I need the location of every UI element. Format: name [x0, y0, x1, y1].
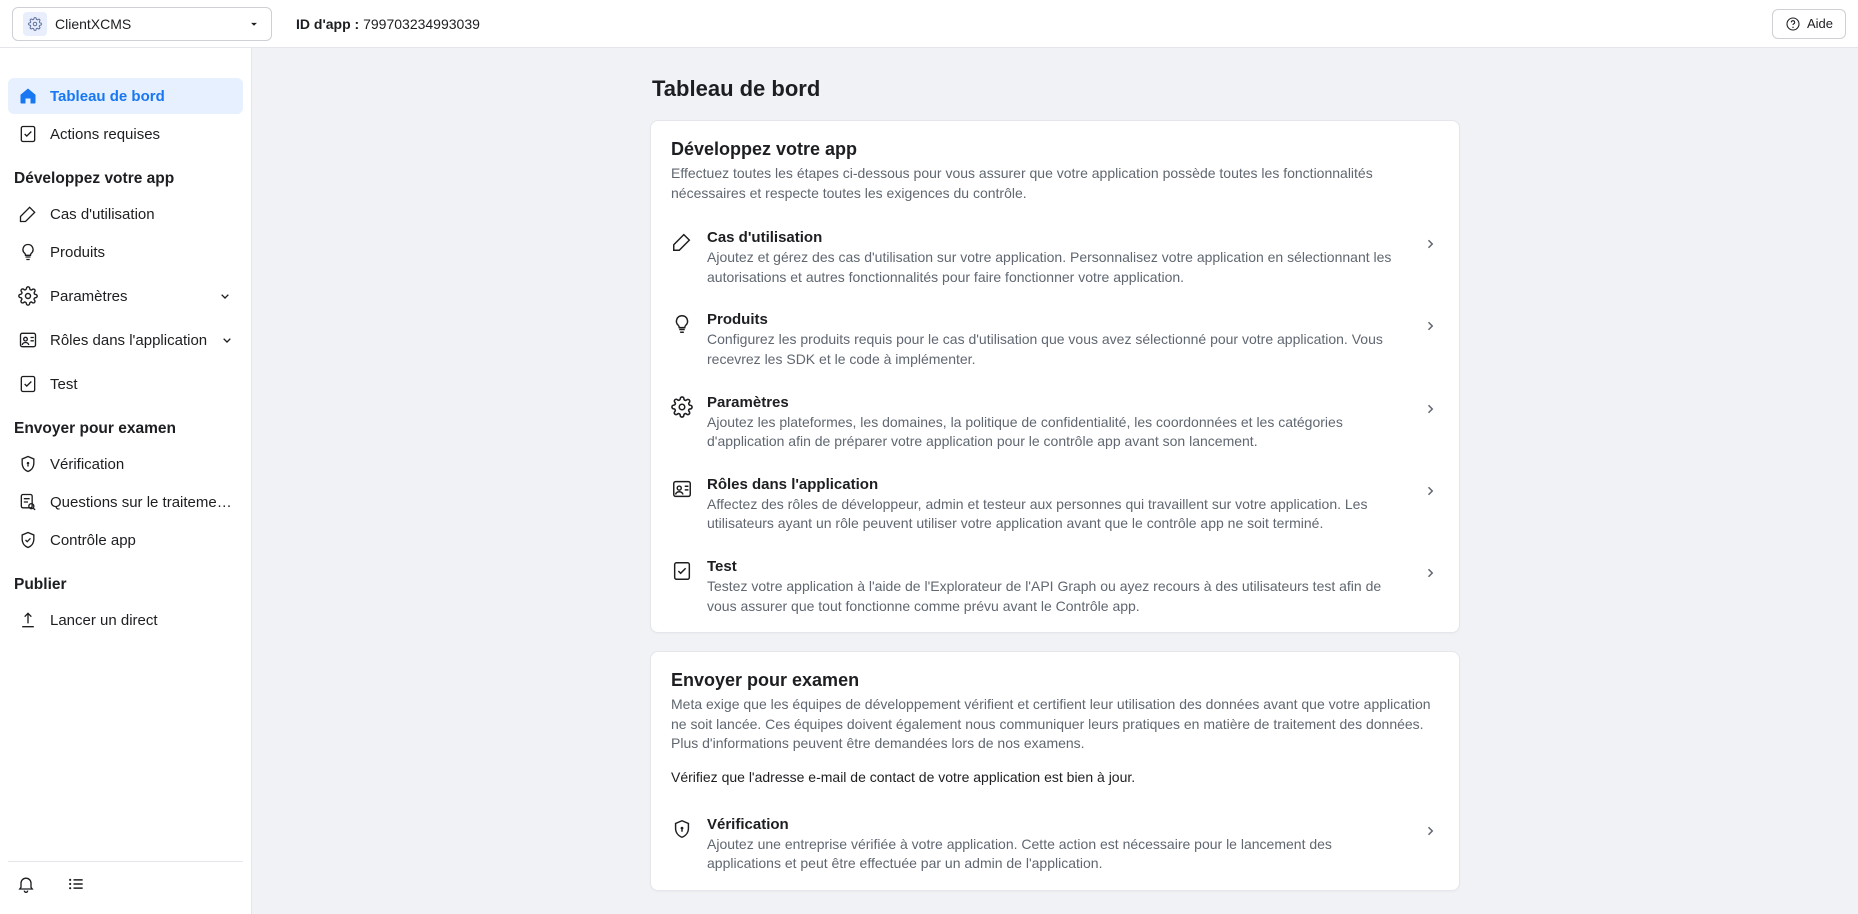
caret-down-icon [247, 17, 261, 31]
app-selector[interactable]: ClientXCMS [12, 7, 272, 41]
build-card-title: Développez votre app [671, 139, 1439, 160]
sidebar-item-data-questions[interactable]: Questions sur le traitement de... [8, 484, 243, 520]
sidebar-item-settings[interactable]: Paramètres [8, 278, 243, 314]
sidebar-item-label: Questions sur le traitement de... [50, 494, 233, 511]
row-use-cases[interactable]: Cas d'utilisation Ajoutez et gérez des c… [671, 217, 1439, 299]
sidebar-item-required-actions[interactable]: Actions requises [8, 116, 243, 152]
sidebar-item-label: Vérification [50, 456, 124, 473]
sidebar-item-label: Actions requises [50, 126, 160, 143]
chevron-right-icon [1421, 317, 1439, 335]
row-title: Paramètres [707, 394, 1407, 411]
row-settings[interactable]: Paramètres Ajoutez les plateformes, les … [671, 382, 1439, 464]
sidebar-item-label: Produits [50, 244, 105, 261]
sidebar-item-label: Test [50, 376, 78, 393]
sidebar-item-label: Paramètres [50, 288, 128, 305]
sidebar-heading-publish: Publier [8, 560, 243, 602]
row-desc: Ajoutez et gérez des cas d'utilisation s… [707, 248, 1407, 287]
row-test[interactable]: Test Testez votre application à l'aide d… [671, 546, 1439, 628]
chevron-right-icon [1421, 564, 1439, 582]
chevron-down-icon [219, 332, 235, 348]
bulb-icon [18, 242, 38, 262]
sidebar-item-test[interactable]: Test [8, 366, 243, 402]
chevron-right-icon [1421, 400, 1439, 418]
sidebar-item-label: Cas d'utilisation [50, 206, 155, 223]
app-name: ClientXCMS [55, 16, 131, 32]
sidebar-item-label: Rôles dans l'application [50, 332, 207, 349]
help-icon [1785, 16, 1801, 32]
review-card-title: Envoyer pour examen [671, 670, 1439, 691]
row-desc: Ajoutez une entreprise vérifiée à votre … [707, 835, 1407, 874]
shield-check-icon [18, 530, 38, 550]
check-doc-icon [671, 560, 693, 582]
check-doc-icon [18, 374, 38, 394]
row-desc: Affectez des rôles de développeur, admin… [707, 495, 1407, 534]
content-area: Tableau de bord Développez votre app Eff… [252, 48, 1858, 914]
app-id: ID d'app : 799703234993039 [296, 16, 480, 32]
sidebar-heading-review: Envoyer pour examen [8, 404, 243, 446]
person-badge-icon [671, 478, 693, 500]
sidebar-item-label: Contrôle app [50, 532, 136, 549]
sidebar-item-use-cases[interactable]: Cas d'utilisation [8, 196, 243, 232]
chevron-down-icon [217, 288, 233, 304]
row-desc: Testez votre application à l'aide de l'E… [707, 577, 1407, 616]
row-title: Test [707, 558, 1407, 575]
topbar: ClientXCMS ID d'app : 799703234993039 Ai… [0, 0, 1858, 48]
chevron-right-icon [1421, 235, 1439, 253]
sidebar-item-label: Tableau de bord [50, 88, 165, 105]
sidebar-footer [8, 861, 243, 906]
chevron-right-icon [1421, 822, 1439, 840]
gear-icon [23, 12, 47, 36]
sidebar-item-dashboard[interactable]: Tableau de bord [8, 78, 243, 114]
bulb-icon [671, 313, 693, 335]
page-title: Tableau de bord [652, 76, 1460, 102]
row-desc: Configurez les produits requis pour le c… [707, 330, 1407, 369]
row-app-roles[interactable]: Rôles dans l'application Affectez des rô… [671, 464, 1439, 546]
sidebar-item-label: Lancer un direct [50, 612, 158, 629]
build-card-sub: Effectuez toutes les étapes ci-dessous p… [671, 164, 1439, 203]
row-verification[interactable]: Vérification Ajoutez une entreprise véri… [671, 804, 1439, 886]
sidebar-item-app-roles[interactable]: Rôles dans l'application [8, 322, 243, 358]
sidebar: Tableau de bord Actions requises Dévelop… [0, 48, 252, 914]
gear-icon [18, 286, 38, 306]
help-button[interactable]: Aide [1772, 9, 1846, 39]
gear-icon [671, 396, 693, 418]
review-card-note: Vérifiez que l'adresse e-mail de contact… [671, 768, 1439, 788]
list-icon[interactable] [66, 874, 86, 894]
upload-icon [18, 610, 38, 630]
sidebar-item-go-live[interactable]: Lancer un direct [8, 602, 243, 638]
sidebar-heading-build: Développez votre app [8, 154, 243, 196]
row-desc: Ajoutez les plateformes, les domaines, l… [707, 413, 1407, 452]
review-card: Envoyer pour examen Meta exige que les é… [650, 651, 1460, 891]
shield-icon [671, 818, 693, 840]
pencil-icon [18, 204, 38, 224]
row-title: Produits [707, 311, 1407, 328]
sidebar-item-products[interactable]: Produits [8, 234, 243, 270]
build-card: Développez votre app Effectuez toutes le… [650, 120, 1460, 633]
doc-search-icon [18, 492, 38, 512]
row-products[interactable]: Produits Configurez les produits requis … [671, 299, 1439, 381]
sidebar-item-app-review[interactable]: Contrôle app [8, 522, 243, 558]
row-title: Cas d'utilisation [707, 229, 1407, 246]
shield-icon [18, 454, 38, 474]
person-badge-icon [18, 330, 38, 350]
sidebar-item-verification[interactable]: Vérification [8, 446, 243, 482]
review-card-sub: Meta exige que les équipes de développem… [671, 695, 1439, 754]
home-icon [18, 86, 38, 106]
row-title: Rôles dans l'application [707, 476, 1407, 493]
chevron-right-icon [1421, 482, 1439, 500]
checklist-icon [18, 124, 38, 144]
bell-icon[interactable] [16, 874, 36, 894]
row-title: Vérification [707, 816, 1407, 833]
pencil-icon [671, 231, 693, 253]
